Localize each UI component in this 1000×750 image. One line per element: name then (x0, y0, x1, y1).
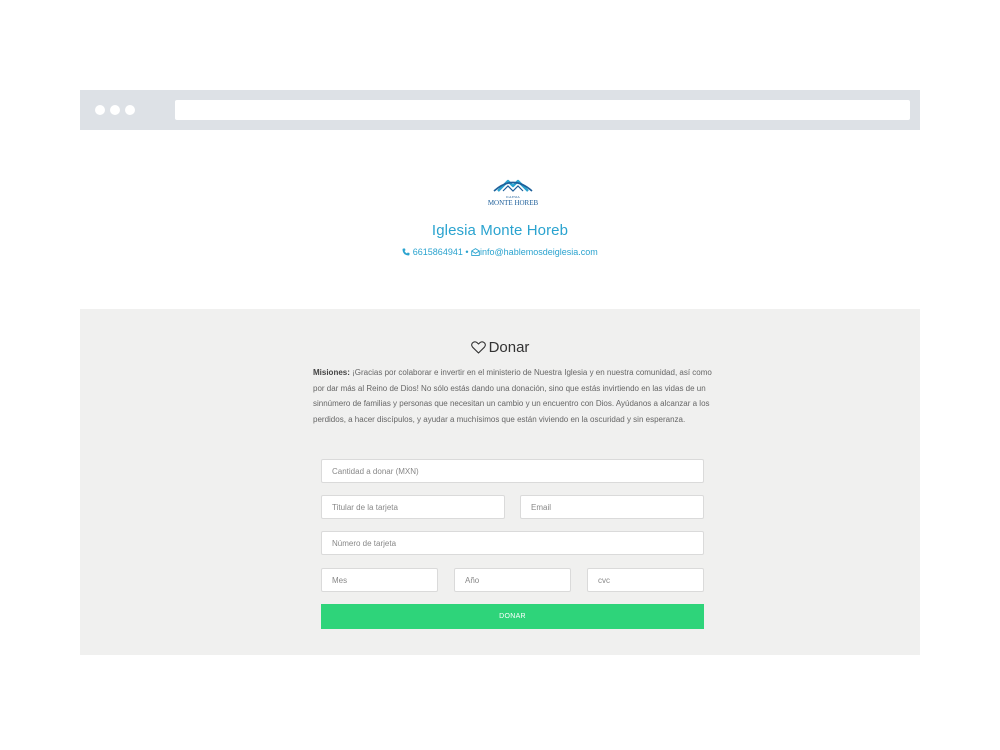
email-link[interactable]: info@hablemosdeiglesia.com (480, 247, 598, 257)
donate-title-text: Donar (488, 339, 530, 356)
contact-info: 6615864941 • info@hablemosdeiglesia.com (80, 247, 920, 257)
contact-separator: • (465, 247, 469, 257)
amount-input[interactable] (321, 459, 704, 483)
card-number-input[interactable] (321, 531, 704, 555)
church-header: IGLESIA MONTE HOREB Iglesia Monte Horeb … (80, 130, 920, 310)
donate-section: Donar Misiones: ¡Gracias por colaborar e… (80, 309, 920, 655)
mail-icon (471, 248, 480, 256)
phone-number[interactable]: 6615864941 (413, 247, 463, 257)
email-input[interactable] (520, 495, 704, 519)
phone-icon (402, 248, 410, 256)
church-logo-icon: IGLESIA MONTE HOREB (488, 179, 539, 207)
year-input[interactable] (454, 568, 571, 592)
church-name: Iglesia Monte Horeb (431, 222, 569, 239)
browser-toolbar (80, 90, 920, 130)
donate-button[interactable]: DONAR (321, 604, 704, 629)
mission-text: ¡Gracias por colaborar e invertir en el … (313, 368, 712, 425)
mission-paragraph: Misiones: ¡Gracias por colaborar e inver… (313, 365, 715, 428)
window-dot-icon (95, 105, 105, 115)
window-dot-icon (110, 105, 120, 115)
month-input[interactable] (321, 568, 438, 592)
donate-title: Donar (80, 339, 920, 356)
address-bar[interactable] (175, 100, 910, 120)
cvc-input[interactable] (587, 568, 704, 592)
window-dot-icon (125, 105, 135, 115)
logo-text: MONTE HOREB (488, 199, 539, 207)
heart-icon (470, 341, 486, 354)
browser-window: IGLESIA MONTE HOREB Iglesia Monte Horeb … (80, 90, 920, 655)
mission-label: Misiones: (313, 368, 350, 377)
card-holder-input[interactable] (321, 495, 505, 519)
